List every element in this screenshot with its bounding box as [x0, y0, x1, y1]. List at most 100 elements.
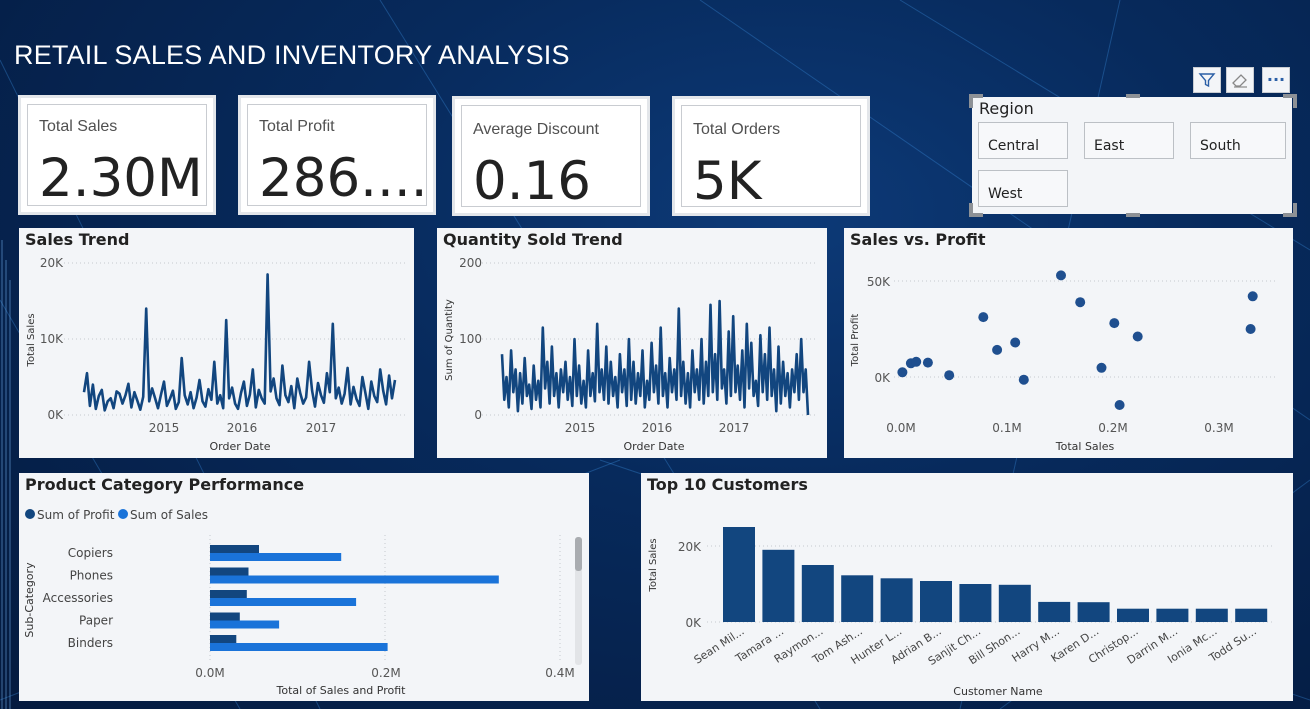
category-label: Paper — [79, 614, 113, 628]
data-point — [1010, 337, 1021, 348]
kpi-value: 286.... — [259, 148, 428, 209]
resize-handle[interactable] — [969, 94, 973, 108]
x-tick-label: 0.2M — [1098, 421, 1127, 435]
region-slicer[interactable]: Region Central East South West — [972, 97, 1292, 214]
x-tick-label: 2016 — [227, 421, 258, 435]
resize-handle[interactable] — [1293, 203, 1297, 217]
sales-vs-profit-chart: 50K 0K 0.0M 0.1M 0.2M 0.3M Total Sales T… — [850, 270, 1276, 453]
legend-label: Sum of Profit — [37, 508, 115, 522]
product-category-chart: Sum of Profit Sum of Sales Sub-Category … — [23, 508, 582, 697]
kpi-label: Average Discount — [473, 121, 599, 138]
y-tick-label: 0K — [47, 408, 64, 422]
sales-vs-profit-panel: Sales vs. Profit 50K 0K 0.0M 0.1M 0.2M 0… — [844, 228, 1293, 458]
legend-marker-profit — [25, 509, 35, 519]
customer-bar — [762, 549, 795, 622]
more-options-icon: ··· — [1266, 70, 1286, 89]
legend-marker-sales — [118, 509, 128, 519]
x-axis-label: Total of Sales and Profit — [276, 684, 407, 697]
bar-profit — [210, 545, 259, 553]
data-point — [978, 312, 989, 323]
eraser-icon — [1232, 74, 1247, 88]
kpi-value: 0.16 — [473, 151, 592, 212]
clear-selections-button[interactable] — [1226, 67, 1254, 93]
resize-handle[interactable] — [1126, 94, 1140, 98]
customer-bar — [1038, 601, 1071, 622]
slicer-title: Region — [979, 99, 1034, 118]
customer-bar — [920, 581, 952, 622]
y-axis-label: Total Sales — [648, 538, 659, 592]
slicer-option-west[interactable]: West — [978, 170, 1068, 207]
data-point — [1245, 324, 1256, 334]
x-axis-label: Customer Name — [953, 685, 1043, 698]
customer-bar — [801, 565, 834, 622]
y-tick-label: 200 — [459, 256, 482, 270]
bar-sales — [210, 620, 280, 629]
y-axis-label: Sub-Category — [23, 562, 36, 638]
x-axis-label: Total Sales — [1055, 440, 1115, 453]
x-axis-label: Order Date — [623, 440, 684, 453]
bar-sales — [210, 598, 357, 606]
slicer-option-central[interactable]: Central — [978, 122, 1068, 159]
x-tick-label: 2015 — [565, 421, 596, 435]
kpi-value: 2.30M — [39, 148, 203, 209]
slicer-option-east[interactable]: East — [1084, 122, 1174, 159]
sales-trend-chart: 20K 10K 0K 2015 2016 2017 Order Date Tot… — [26, 256, 405, 453]
kpi-value: 5K — [693, 151, 762, 212]
x-tick-label: 2017 — [719, 421, 750, 435]
bar-sales — [210, 575, 499, 584]
series-line — [82, 273, 397, 412]
resize-handle[interactable] — [1293, 94, 1297, 108]
bar-profit — [210, 567, 249, 576]
scrollbar-thumb[interactable] — [575, 537, 582, 571]
kpi-card-total-profit: Total Profit 286.... — [238, 95, 436, 215]
x-tick-label: 0.0M — [886, 421, 915, 435]
resize-handle[interactable] — [969, 213, 983, 217]
data-point — [992, 344, 1003, 355]
series-line — [500, 299, 810, 416]
data-point — [911, 356, 922, 367]
customer-bar — [1117, 608, 1149, 622]
data-point — [897, 367, 908, 378]
data-point — [1056, 270, 1066, 281]
bar-profit — [210, 590, 247, 598]
filter-icon — [1198, 73, 1216, 88]
customer-bar — [959, 584, 992, 622]
kpi-card-average-discount: Average Discount 0.16 — [452, 96, 650, 216]
kpi-label: Total Orders — [693, 121, 781, 138]
y-tick-label: 50K — [867, 275, 891, 289]
sales-trend-panel: Sales Trend 20K 10K 0K 2015 2016 2017 Or… — [19, 228, 414, 458]
data-point — [1132, 331, 1143, 342]
data-point — [1018, 374, 1029, 385]
bar-sales — [210, 643, 388, 651]
y-tick-label: 0K — [685, 616, 702, 630]
y-tick-label: 20K — [678, 540, 702, 554]
y-tick-label: 100 — [459, 332, 482, 346]
more-options-button[interactable]: ··· — [1262, 67, 1290, 93]
x-axis-label: Order Date — [209, 440, 270, 453]
customer-bar — [880, 578, 913, 622]
customer-bar — [1077, 602, 1110, 622]
x-tick-label: 2015 — [149, 421, 180, 435]
kpi-card-total-sales: Total Sales 2.30M — [18, 95, 216, 215]
y-tick-label: 10K — [40, 332, 64, 346]
legend-label: Sum of Sales — [130, 508, 208, 522]
data-point — [1075, 297, 1086, 308]
customer-bar — [998, 584, 1031, 622]
data-point — [1096, 362, 1107, 373]
y-tick-label: 20K — [40, 256, 64, 270]
category-label: Copiers — [68, 546, 113, 560]
top-customers-chart: 20K 0K Total Sales Customer Name Sean Mi… — [648, 527, 1273, 698]
slicer-option-south[interactable]: South — [1190, 122, 1286, 159]
quantity-trend-panel: Quantity Sold Trend 200 100 0 2015 2016 … — [437, 228, 827, 458]
y-axis-label: Total Profit — [850, 314, 861, 368]
bar-profit — [210, 635, 237, 643]
resize-handle[interactable] — [1126, 213, 1140, 217]
category-label: Binders — [68, 636, 113, 650]
x-tick-label: 2016 — [642, 421, 673, 435]
kpi-label: Total Profit — [259, 118, 335, 135]
data-point — [1114, 400, 1125, 410]
quantity-sold-trend-chart: 200 100 0 2015 2016 2017 Order Date Sum … — [444, 256, 818, 453]
category-label: Accessories — [43, 591, 113, 605]
filter-button[interactable] — [1193, 67, 1221, 93]
category-label: Phones — [70, 569, 113, 583]
